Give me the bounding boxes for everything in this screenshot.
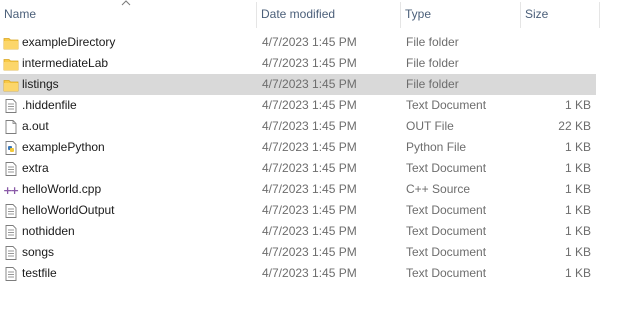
file-size: [522, 32, 591, 53]
text-document-icon: [3, 98, 19, 114]
file-date-modified: 4/7/2023 1:45 PM: [262, 56, 357, 70]
file-row[interactable]: + + helloWorld.cpp 4/7/2023 1:45 PM C++ S…: [0, 179, 596, 200]
file-row[interactable]: a.out 4/7/2023 1:45 PM OUT File 22 KB: [0, 116, 596, 137]
file-type: Text Document: [406, 161, 487, 175]
svg-text:+: +: [10, 184, 19, 197]
text-document-icon: [3, 245, 19, 261]
file-date-modified: 4/7/2023 1:45 PM: [262, 203, 357, 217]
column-header-date-modified[interactable]: Date modified: [257, 0, 399, 30]
file-row[interactable]: extra 4/7/2023 1:45 PM Text Document 1 K…: [0, 158, 596, 179]
folder-icon: [3, 35, 19, 51]
file-size: 1 KB: [564, 140, 591, 154]
text-document-icon: [3, 266, 19, 282]
file-size: [522, 53, 591, 74]
file-date-modified: 4/7/2023 1:45 PM: [262, 245, 357, 259]
python-file-icon: [3, 140, 19, 156]
file-name: helloWorld.cpp: [22, 182, 102, 196]
file-name: helloWorldOutput: [22, 203, 115, 217]
file-size: 1 KB: [564, 224, 591, 238]
file-name: testfile: [22, 266, 57, 280]
file-size: 22 KB: [558, 119, 591, 133]
file-type: File folder: [406, 35, 459, 49]
file-row[interactable]: exampleDirectory 4/7/2023 1:45 PM File f…: [0, 32, 596, 53]
file-row[interactable]: examplePython 4/7/2023 1:45 PM Python Fi…: [0, 137, 596, 158]
blank-file-icon: [3, 119, 19, 135]
file-type: Text Document: [406, 203, 487, 217]
file-size: 1 KB: [564, 161, 591, 175]
text-document-icon: [3, 161, 19, 177]
file-date-modified: 4/7/2023 1:45 PM: [262, 35, 357, 49]
file-row[interactable]: helloWorldOutput 4/7/2023 1:45 PM Text D…: [0, 200, 596, 221]
file-row[interactable]: songs 4/7/2023 1:45 PM Text Document 1 K…: [0, 242, 596, 263]
file-size: [522, 74, 591, 95]
file-type: Text Document: [406, 266, 487, 280]
chevron-up-icon: [121, 0, 131, 6]
text-document-icon: [3, 224, 19, 240]
column-header-size[interactable]: Size: [521, 0, 599, 30]
file-name: nothidden: [22, 224, 75, 238]
file-type: OUT File: [406, 119, 454, 133]
column-header-type[interactable]: Type: [401, 0, 519, 30]
file-row[interactable]: nothidden 4/7/2023 1:45 PM Text Document…: [0, 221, 596, 242]
file-type: Text Document: [406, 245, 487, 259]
file-name: a.out: [22, 119, 49, 133]
folder-icon: [3, 56, 19, 72]
file-row[interactable]: listings 4/7/2023 1:45 PM File folder: [0, 74, 596, 95]
file-type: Text Document: [406, 98, 487, 112]
file-type: Text Document: [406, 224, 487, 238]
file-name: extra: [22, 161, 49, 175]
file-list-pane: Name Date modified Type Size exampleDire…: [0, 0, 629, 319]
file-name: intermediateLab: [22, 56, 109, 70]
file-name: songs: [22, 245, 55, 259]
file-date-modified: 4/7/2023 1:45 PM: [262, 140, 357, 154]
file-date-modified: 4/7/2023 1:45 PM: [262, 77, 357, 91]
file-type: File folder: [406, 56, 459, 70]
file-date-modified: 4/7/2023 1:45 PM: [262, 182, 357, 196]
file-type: Python File: [406, 140, 467, 154]
cpp-source-icon: + +: [3, 182, 19, 198]
file-date-modified: 4/7/2023 1:45 PM: [262, 266, 357, 280]
file-type: C++ Source: [406, 182, 471, 196]
file-name: examplePython: [22, 140, 105, 154]
file-row[interactable]: intermediateLab 4/7/2023 1:45 PM File fo…: [0, 53, 596, 74]
column-header-bar: Name Date modified Type Size: [0, 0, 629, 30]
file-name: .hiddenfile: [22, 98, 77, 112]
file-row[interactable]: testfile 4/7/2023 1:45 PM Text Document …: [0, 263, 596, 284]
file-date-modified: 4/7/2023 1:45 PM: [262, 98, 357, 112]
file-name: listings: [22, 77, 59, 91]
file-date-modified: 4/7/2023 1:45 PM: [262, 224, 357, 238]
file-name: exampleDirectory: [22, 35, 116, 49]
file-date-modified: 4/7/2023 1:45 PM: [262, 119, 357, 133]
file-size: 1 KB: [564, 98, 591, 112]
file-row[interactable]: .hiddenfile 4/7/2023 1:45 PM Text Docume…: [0, 95, 596, 116]
file-size: 1 KB: [564, 245, 591, 259]
file-type: File folder: [406, 77, 459, 91]
file-size: 1 KB: [564, 182, 591, 196]
column-divider[interactable]: [599, 2, 600, 28]
file-date-modified: 4/7/2023 1:45 PM: [262, 161, 357, 175]
file-size: 1 KB: [564, 266, 591, 280]
file-size: 1 KB: [564, 203, 591, 217]
folder-icon: [3, 77, 19, 93]
text-document-icon: [3, 203, 19, 219]
